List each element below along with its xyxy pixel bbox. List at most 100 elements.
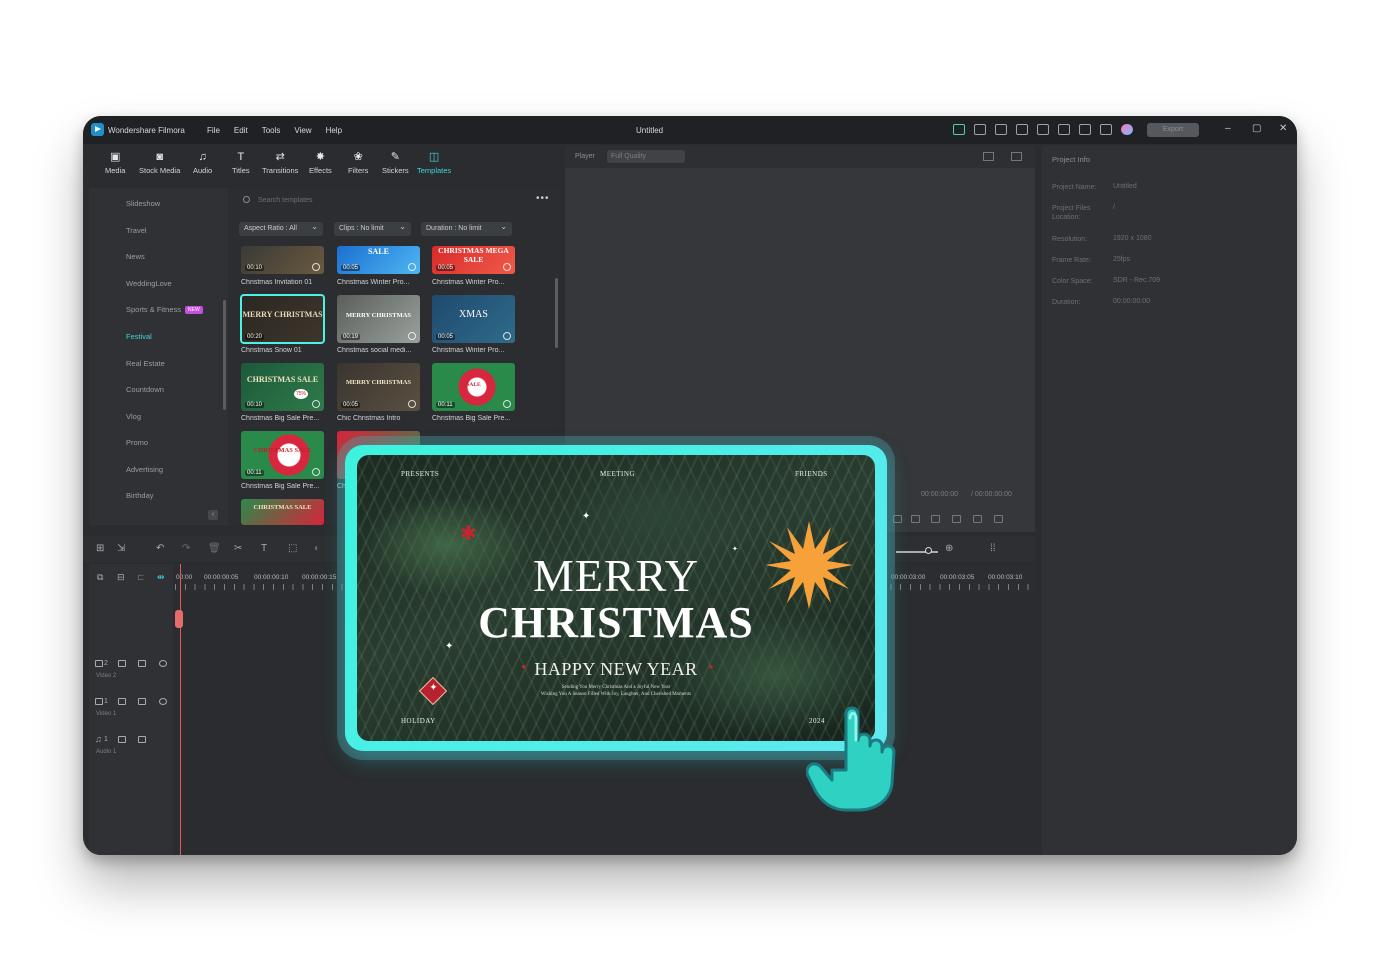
category-sports-fitness[interactable]: Sports & Fitness NEW: [126, 305, 203, 314]
tab-effects[interactable]: ✸ Effects: [309, 152, 332, 176]
category-birthday[interactable]: Birthday: [126, 491, 154, 500]
layout-icon[interactable]: ⊞: [96, 544, 104, 554]
text-icon[interactable]: T: [261, 544, 267, 554]
tab-stickers[interactable]: ✎ Stickers: [382, 152, 409, 176]
magnet-icon[interactable]: ⊏: [137, 572, 145, 583]
template-thumb[interactable]: CHRISTMAS SALE 00:11: [241, 431, 324, 479]
lock-icon[interactable]: [118, 698, 126, 705]
category-real-estate[interactable]: Real Estate: [126, 359, 165, 368]
aspect-ratio-filter[interactable]: Aspect Ratio : All: [239, 220, 323, 236]
add-track-icon[interactable]: ⧉: [97, 572, 103, 583]
christmas-template-preview[interactable]: PRESENTS MEETING FRIENDS ✱ ✦ ✦ ✦ MERRY C…: [357, 455, 875, 741]
category-festival[interactable]: Festival: [126, 332, 152, 341]
minimize-icon[interactable]: –: [1225, 124, 1231, 134]
grid-icon[interactable]: [1100, 124, 1112, 135]
grid-view-icon[interactable]: [983, 152, 994, 161]
download-icon[interactable]: [503, 263, 511, 271]
collapse-panel-icon[interactable]: ‹: [208, 510, 218, 520]
eye-icon[interactable]: [159, 698, 167, 705]
save-icon[interactable]: [1037, 124, 1049, 135]
menu-tools[interactable]: Tools: [262, 126, 281, 135]
mute-icon[interactable]: [138, 660, 146, 667]
tab-media[interactable]: ▣ Media: [105, 152, 125, 176]
template-thumb[interactable]: CHRISTMAS SALE: [241, 499, 324, 525]
more-options-icon[interactable]: •••: [536, 193, 550, 204]
menu-view[interactable]: View: [294, 126, 311, 135]
mute-icon[interactable]: [138, 698, 146, 705]
category-weddinglove[interactable]: WeddingLove: [126, 279, 172, 288]
maximize-icon[interactable]: ▢: [1252, 124, 1261, 134]
tab-templates[interactable]: ◫ Templates: [417, 152, 451, 176]
layout-icon[interactable]: [1016, 124, 1028, 135]
template-thumb[interactable]: CHRISTMAS MEGA SALE 00:05: [432, 246, 515, 274]
template-thumb[interactable]: XMAS 00:05: [432, 295, 515, 343]
template-thumb[interactable]: 00:10: [241, 246, 324, 274]
menu-help[interactable]: Help: [326, 126, 342, 135]
playhead[interactable]: [180, 564, 181, 855]
zoom-in-icon[interactable]: ⊕: [945, 544, 953, 554]
lock-icon[interactable]: [118, 660, 126, 667]
snapshot-icon[interactable]: [1011, 152, 1022, 161]
eye-icon[interactable]: [159, 660, 167, 667]
mute-icon[interactable]: [138, 736, 146, 743]
category-countdown[interactable]: Countdown: [126, 385, 164, 394]
download-icon[interactable]: [408, 263, 416, 271]
search-input[interactable]: Search templates •••: [240, 193, 549, 208]
download-icon[interactable]: [408, 332, 416, 340]
tab-transitions[interactable]: ⇄ Transitions: [262, 152, 298, 176]
category-travel[interactable]: Travel: [126, 226, 147, 235]
playhead-handle[interactable]: [175, 610, 183, 628]
camera-icon[interactable]: [952, 515, 961, 523]
menu-file[interactable]: File: [207, 126, 220, 135]
template-thumb[interactable]: SALE 00:11: [432, 363, 515, 411]
download-icon[interactable]: [312, 468, 320, 476]
zoom-slider-handle[interactable]: [925, 547, 932, 554]
template-thumb[interactable]: MERRY CHRISTMAS 00:05: [337, 363, 420, 411]
scissors-icon[interactable]: ✂: [234, 544, 242, 554]
redo-icon[interactable]: ↷: [182, 544, 190, 554]
download-icon[interactable]: [312, 400, 320, 408]
category-vlog[interactable]: Vlog: [126, 412, 141, 421]
menu-edit[interactable]: Edit: [234, 126, 248, 135]
headset-icon[interactable]: [1079, 124, 1091, 135]
export-button[interactable]: Export: [1147, 123, 1199, 137]
add-icon[interactable]: [503, 332, 511, 340]
select-icon[interactable]: ⇲: [117, 544, 125, 554]
avatar[interactable]: [1121, 124, 1133, 135]
tab-stock-media[interactable]: ◙ Stock Media: [139, 152, 180, 176]
download-icon[interactable]: [503, 400, 511, 408]
template-thumb[interactable]: MERRY CHRISTMAS 00:19: [337, 295, 420, 343]
delete-icon[interactable]: 🗑: [208, 544, 221, 554]
quality-select[interactable]: Full Quality: [607, 150, 685, 163]
template-thumb[interactable]: SALE 00:05: [337, 246, 420, 274]
link-icon[interactable]: ⊟: [117, 572, 125, 583]
undo-icon[interactable]: ↶: [156, 544, 164, 554]
track-settings-icon[interactable]: ⁞⁞: [990, 544, 996, 554]
duration-filter[interactable]: Duration : No limit: [421, 220, 512, 236]
gift-icon[interactable]: [953, 124, 965, 135]
category-scrollbar[interactable]: [223, 300, 226, 410]
download-icon[interactable]: [312, 263, 320, 271]
category-promo[interactable]: Promo: [126, 438, 148, 447]
crop-icon[interactable]: ⬚: [288, 544, 297, 554]
template-thumb[interactable]: MERRY CHRISTMAS 00:20: [240, 294, 325, 344]
category-advertising[interactable]: Advertising: [126, 465, 163, 474]
category-slideshow[interactable]: Slideshow: [126, 199, 160, 208]
notes-icon[interactable]: [995, 124, 1007, 135]
clips-filter[interactable]: Clips : No limit: [334, 220, 411, 236]
cloud-icon[interactable]: [1058, 124, 1070, 135]
templates-scrollbar[interactable]: [555, 278, 558, 348]
mark-out-icon[interactable]: [911, 515, 920, 523]
fullscreen-icon[interactable]: [994, 515, 1003, 523]
snap-icon[interactable]: ⇹: [157, 572, 165, 583]
volume-icon[interactable]: [973, 515, 982, 523]
close-icon[interactable]: ✕: [1279, 124, 1287, 134]
download-icon[interactable]: [408, 400, 416, 408]
tab-titles[interactable]: T Titles: [232, 152, 250, 176]
lock-icon[interactable]: [118, 736, 126, 743]
color-icon[interactable]: ◐: [314, 544, 320, 554]
send-icon[interactable]: [974, 124, 986, 135]
display-icon[interactable]: [931, 515, 940, 523]
template-thumb[interactable]: CHRISTMAS SALE 00:10 75%: [241, 363, 324, 411]
tab-filters[interactable]: ❀ Filters: [348, 152, 368, 176]
